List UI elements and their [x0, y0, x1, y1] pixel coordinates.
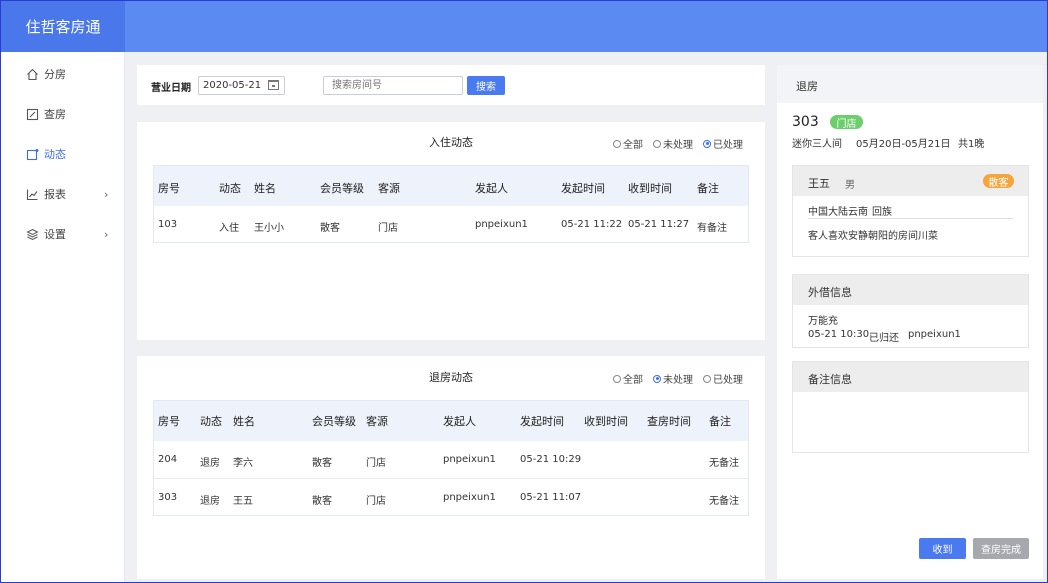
guest-note: 客人喜欢安静朝阳的房间川菜: [808, 231, 938, 242]
col-room: 房号: [158, 182, 180, 195]
table-header: 房号 动态 姓名 会员等级 客源 发起人 发起时间 收到时间 查房时间 备注: [154, 401, 748, 441]
search-input[interactable]: [323, 76, 463, 95]
room-number: 303: [792, 114, 819, 130]
guest-ethnicity: 回族: [872, 207, 892, 218]
row-divider: [154, 478, 748, 479]
borrow-card: 外借信息 万能充 05-21 10:30 已归还 pnpeixun1: [792, 274, 1029, 348]
sidebar-item-label: 报表: [44, 188, 66, 201]
sidebar-item-activity[interactable]: 动态: [1, 143, 125, 165]
stay-nights: 共1晚: [958, 139, 985, 150]
col-source: 客源: [378, 182, 400, 195]
sidebar-item-reports[interactable]: 报表 ›: [1, 183, 125, 205]
detail-title: 退房: [796, 80, 818, 93]
radio-icon: [653, 139, 661, 148]
sidebar-item-label: 动态: [44, 148, 66, 161]
sidebar-item-settings[interactable]: 设置 ›: [1, 223, 125, 245]
app-window: 住哲客房通 分房 查房 动态 报表 › 设置 › 营业日期 2020-05-21…: [0, 0, 1048, 583]
borrow-title: 外借信息: [808, 286, 852, 299]
col-room: 房号: [158, 415, 180, 428]
radio-checked-icon: [703, 139, 711, 148]
col-remark: 备注: [709, 415, 731, 428]
col-member-level: 会员等级: [320, 182, 364, 195]
table-header: 房号 动态 姓名 会员等级 客源 发起人 发起时间 收到时间 备注: [154, 166, 748, 206]
filter-unprocessed[interactable]: 未处理: [653, 136, 693, 151]
sidebar-item-inspect-room[interactable]: 查房: [1, 103, 125, 125]
sidebar: 分房 查房 动态 报表 › 设置 ›: [1, 52, 125, 582]
radio-icon: [703, 374, 711, 383]
remark-card: 备注信息: [792, 361, 1029, 453]
remark-card-header: 备注信息: [793, 362, 1028, 392]
layers-icon: [26, 228, 39, 241]
checkout-title: 退房动态: [429, 371, 473, 384]
col-start-time: 发起时间: [520, 415, 564, 428]
checkin-title: 入住动态: [429, 136, 473, 149]
col-name: 姓名: [254, 182, 276, 195]
date-value: 2020-05-21: [203, 80, 262, 91]
top-bar: 住哲客房通: [1, 1, 1047, 52]
borrow-status: 已归还: [869, 333, 899, 344]
inspection-complete-button[interactable]: 查房完成: [973, 538, 1029, 559]
col-remark: 备注: [697, 182, 719, 195]
radio-checked-icon: [653, 374, 661, 383]
col-initiator: 发起人: [475, 182, 508, 195]
col-action: 动态: [200, 415, 222, 428]
bell-icon: [26, 148, 39, 161]
sidebar-item-label: 分房: [44, 68, 66, 81]
radio-icon: [613, 374, 621, 383]
checkin-filter: 全部 未处理 已处理: [613, 136, 743, 151]
filter-processed[interactable]: 已处理: [703, 371, 743, 386]
detail-header: 退房: [777, 65, 1043, 103]
borrow-item: 万能充: [808, 316, 838, 327]
checkout-detail-panel: 退房 303 门店 迷你三人间 05月20日-05月21日 共1晚 王五 男 散…: [777, 65, 1043, 579]
guest-type-tag: 散客: [983, 174, 1014, 189]
receive-button[interactable]: 收到: [919, 538, 966, 559]
checkout-table: 房号 动态 姓名 会员等级 客源 发起人 发起时间 收到时间 查房时间 备注 2…: [153, 400, 749, 516]
col-start-time: 发起时间: [561, 182, 605, 195]
borrow-card-header: 外借信息: [793, 275, 1028, 305]
chevron-right-icon: ›: [104, 187, 109, 201]
sidebar-item-assign-room[interactable]: 分房: [1, 63, 125, 85]
filter-all[interactable]: 全部: [613, 371, 643, 386]
radio-icon: [613, 139, 621, 148]
filter-processed[interactable]: 已处理: [703, 136, 743, 151]
search-button[interactable]: 搜索: [467, 76, 505, 95]
stay-dates: 05月20日-05月21日: [856, 139, 951, 150]
app-title: 住哲客房通: [1, 1, 125, 52]
col-action: 动态: [219, 182, 241, 195]
source-tag: 门店: [830, 115, 863, 130]
chart-icon: [26, 188, 39, 201]
guest-card-header: 王五 男 散客: [793, 166, 1028, 196]
date-picker[interactable]: 2020-05-21: [198, 76, 285, 95]
checkin-table: 房号 动态 姓名 会员等级 客源 发起人 发起时间 收到时间 备注 103 入住…: [153, 165, 749, 243]
sidebar-item-label: 查房: [44, 108, 66, 121]
edit-icon: [26, 108, 39, 121]
col-member-level: 会员等级: [312, 415, 356, 428]
divider: [808, 218, 1013, 219]
col-source: 客源: [366, 415, 388, 428]
room-type: 迷你三人间: [792, 139, 842, 150]
chevron-right-icon: ›: [104, 227, 109, 241]
borrow-user: pnpeixun1: [908, 329, 961, 340]
checkout-filter: 全部 未处理 已处理: [613, 371, 743, 386]
col-name: 姓名: [233, 415, 255, 428]
col-inspect-time: 查房时间: [647, 415, 691, 428]
calendar-icon: [268, 80, 279, 90]
remark-title: 备注信息: [808, 373, 852, 386]
col-received-time: 收到时间: [584, 415, 628, 428]
filter-unprocessed[interactable]: 未处理: [653, 371, 693, 386]
col-initiator: 发起人: [443, 415, 476, 428]
col-received-time: 收到时间: [628, 182, 672, 195]
guest-origin: 中国大陆云南: [808, 207, 868, 218]
guest-card: 王五 男 散客 中国大陆云南 回族 客人喜欢安静朝阳的房间川菜: [792, 165, 1029, 257]
guest-name: 王五: [808, 177, 830, 190]
sidebar-item-label: 设置: [44, 228, 66, 241]
borrow-time: 05-21 10:30: [808, 329, 870, 340]
home-icon: [26, 68, 39, 81]
date-label: 营业日期: [151, 83, 191, 94]
filter-all[interactable]: 全部: [613, 136, 643, 151]
guest-gender: 男: [845, 180, 855, 191]
